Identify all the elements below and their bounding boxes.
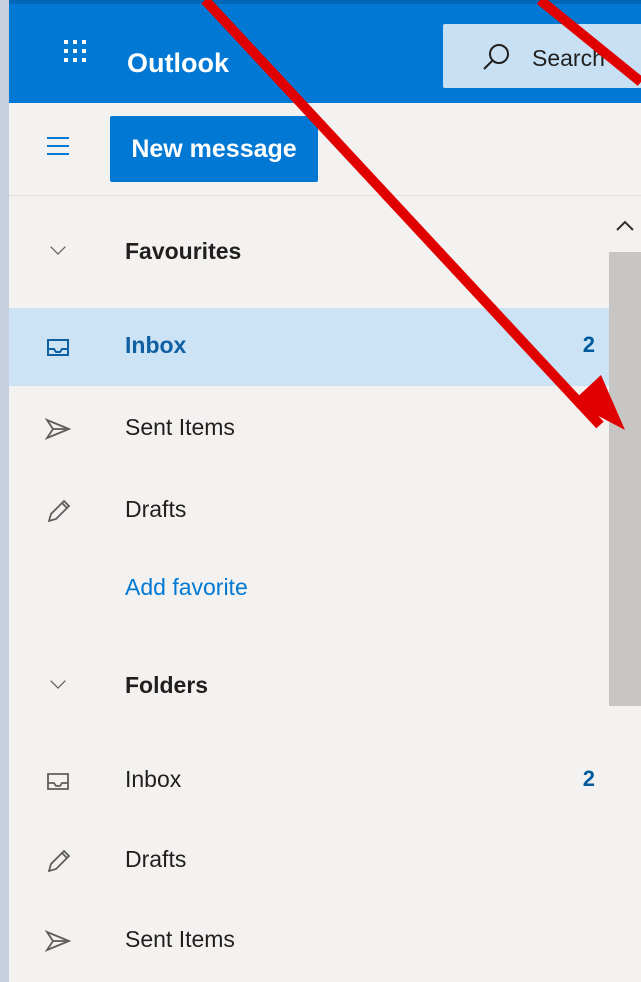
scrollbar-thumb[interactable]	[609, 252, 641, 706]
folder-item-inbox[interactable]: Inbox 2	[9, 742, 609, 820]
favourite-item-sent-items[interactable]: Sent Items	[9, 390, 609, 468]
chevron-down-icon	[50, 246, 66, 255]
folder-pane: Favourites Inbox 2 Sent Items Drafts Add…	[9, 196, 609, 982]
outlook-header: Outlook Search	[9, 0, 641, 103]
favourites-header[interactable]: Favourites	[9, 214, 609, 292]
pencil-icon	[47, 849, 71, 873]
favourite-item-inbox[interactable]: Inbox 2	[9, 308, 609, 386]
folder-item-drafts[interactable]: Drafts	[9, 822, 609, 900]
hamburger-icon[interactable]	[47, 137, 69, 155]
favourite-label: Drafts	[125, 496, 187, 522]
search-label: Search	[532, 45, 605, 71]
folder-label: Inbox	[125, 766, 182, 792]
favourite-label: Sent Items	[125, 414, 235, 440]
inbox-icon	[47, 339, 69, 356]
send-icon	[44, 418, 72, 440]
add-favorite-label: Add favorite	[125, 574, 248, 600]
app-launcher-icon[interactable]	[64, 40, 86, 62]
folders-header[interactable]: Folders	[9, 648, 609, 726]
send-icon	[44, 930, 72, 952]
favourites-heading: Favourites	[125, 238, 242, 264]
search-box[interactable]: Search	[443, 24, 641, 88]
command-bar: New message	[9, 103, 641, 196]
search-icon	[483, 44, 509, 70]
folder-label: Sent Items	[125, 926, 235, 952]
unread-count-badge: 2	[582, 332, 595, 357]
inbox-icon	[47, 773, 69, 790]
app-title[interactable]: Outlook	[127, 48, 229, 79]
chevron-up-icon[interactable]	[613, 214, 637, 238]
pencil-icon	[47, 499, 71, 523]
unread-count-badge: 2	[582, 766, 595, 791]
folder-pane-scrollbar[interactable]	[609, 196, 641, 982]
favourite-label: Inbox	[125, 332, 187, 358]
folder-item-sent-items[interactable]: Sent Items	[9, 902, 609, 980]
folder-label: Drafts	[125, 846, 187, 872]
chevron-down-icon	[50, 680, 66, 689]
new-message-button[interactable]: New message	[110, 116, 318, 182]
folders-heading: Folders	[125, 672, 209, 698]
add-favorite-link[interactable]: Add favorite	[9, 550, 609, 628]
favourite-item-drafts[interactable]: Drafts	[9, 472, 609, 550]
window-left-edge	[0, 0, 9, 982]
